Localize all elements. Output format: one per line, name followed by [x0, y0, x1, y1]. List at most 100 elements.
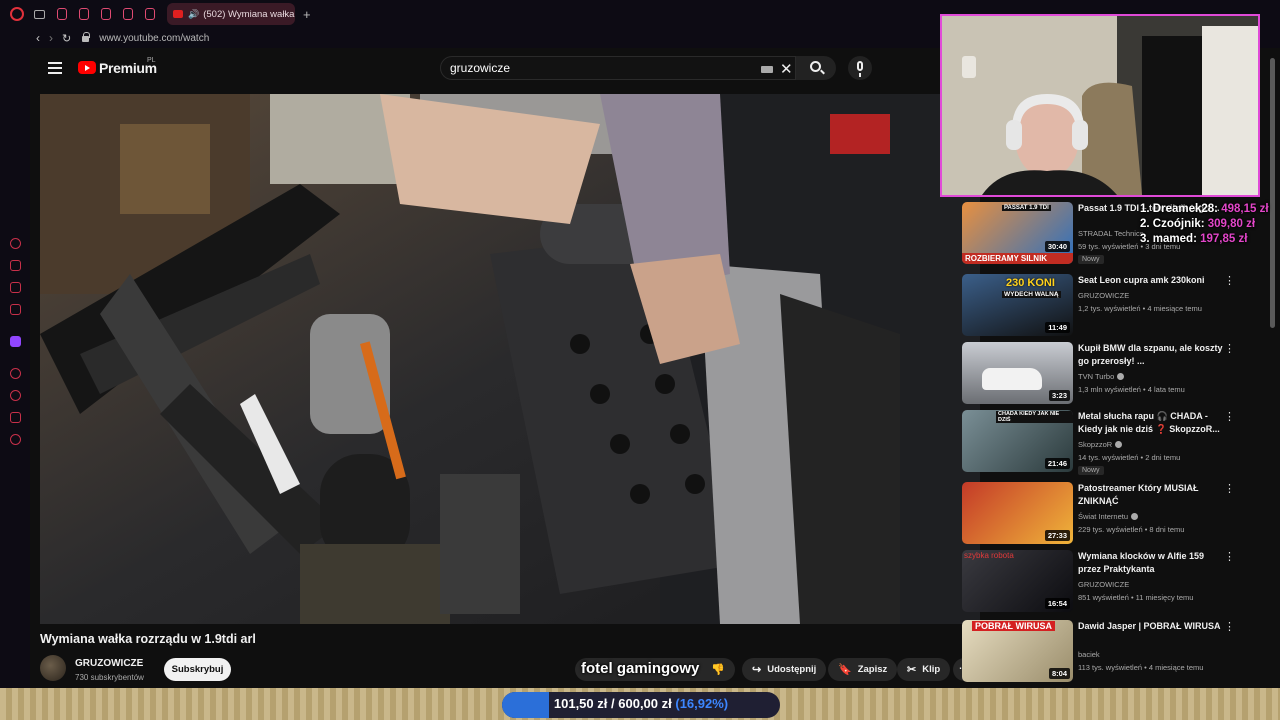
browser-sidebar: GX: [0, 48, 30, 709]
rec-title[interactable]: Patostreamer Który MUSIAŁ ZNIKNĄĆ: [1078, 482, 1228, 508]
donor-row: 1. Dreamek28: 498,15 zł: [1140, 202, 1269, 217]
video-thumbnail[interactable]: POBRAŁ WIRUSA 8:04: [962, 620, 1073, 682]
opera-logo-icon[interactable]: [10, 7, 24, 21]
clip-label: Klip: [922, 664, 941, 675]
video-thumbnail[interactable]: 230 KONI WYDECH WALNĄ 11:49: [962, 274, 1073, 336]
video-thumbnail[interactable]: PASSAT 1.9 TDI ROZBIERAMY SILNIK 30:40: [962, 202, 1073, 264]
more-options-icon[interactable]: ⋮: [1224, 482, 1235, 495]
video-thumbnail[interactable]: 3:23: [962, 342, 1073, 404]
back-icon[interactable]: ‹: [36, 31, 40, 45]
video-frame: [40, 94, 980, 624]
new-badge: Nowy: [1078, 255, 1104, 264]
video-title: Wymiana wałka rozrządu w 1.9tdi arl: [40, 632, 256, 646]
rec-channel[interactable]: SkopzzoR: [1078, 440, 1123, 449]
pinned-tab-5[interactable]: [145, 8, 155, 20]
thumb-subcaption: WYDECH WALNĄ: [1002, 291, 1061, 298]
top-donors-list: 1. Dreamek28: 498,15 zł 2. Czoójnik: 309…: [1140, 202, 1269, 247]
speaker-icon[interactable]: 🔊: [188, 9, 199, 20]
list-item[interactable]: szybka robota 16:54 Wymiana klocków w Al…: [962, 550, 1247, 612]
video-thumbnail[interactable]: 27:33: [962, 482, 1073, 544]
rec-channel[interactable]: baciek: [1078, 650, 1100, 659]
rec-title[interactable]: Seat Leon cupra amk 230koni: [1078, 274, 1228, 287]
reload-icon[interactable]: ↻: [62, 32, 71, 45]
more-options-icon[interactable]: ⋮: [1224, 274, 1235, 287]
more-options-icon[interactable]: ⋮: [1224, 550, 1235, 563]
share-label: Udostępnij: [767, 664, 817, 675]
sidebar-chat-icon[interactable]: [10, 412, 21, 423]
sidebar-store-icon[interactable]: [10, 260, 21, 271]
verified-icon: [1131, 513, 1139, 520]
donor-name: Czoójnik:: [1152, 218, 1205, 230]
duration-badge: 16:54: [1044, 598, 1070, 609]
rec-channel-name: SkopzzoR: [1078, 440, 1113, 449]
scissors-icon: ✂: [907, 664, 917, 676]
thumb-caption: szybka robota: [964, 551, 1014, 560]
pinned-tab-1[interactable]: [57, 8, 67, 20]
rec-title[interactable]: Wymiana klocków w Alfie 159 przez Prakty…: [1078, 550, 1228, 576]
video-thumbnail[interactable]: szybka robota 16:54: [962, 550, 1073, 612]
rec-meta: 1,2 tys. wyświetleń • 4 miesiące temu: [1078, 304, 1202, 313]
sidebar-aria-icon[interactable]: [10, 238, 21, 249]
active-tab-title: (502) Wymiana wałka r: [203, 8, 295, 20]
goal-separator: /: [611, 696, 615, 711]
rec-meta: 229 tys. wyświetleń • 8 dni temu: [1078, 525, 1185, 534]
video-thumbnail[interactable]: CHADA KIEDY JAK NIE DZIŚ 21:46: [962, 410, 1073, 472]
keyboard-icon[interactable]: [761, 66, 773, 73]
rec-meta: 14 tys. wyświetleń • 2 dni temu: [1078, 453, 1181, 462]
menu-icon[interactable]: [48, 62, 62, 74]
more-options-icon[interactable]: ⋮: [1224, 410, 1235, 423]
sidebar-player-icon[interactable]: [10, 368, 21, 379]
verified-icon: [1117, 373, 1125, 380]
donor-rank: 1.: [1140, 203, 1150, 215]
search-input[interactable]: [450, 61, 750, 75]
pinned-tab-2[interactable]: [79, 8, 89, 20]
rec-channel[interactable]: Świat Internetu: [1078, 512, 1139, 521]
donor-row: 2. Czoójnik: 309,80 zł: [1140, 217, 1269, 232]
voice-search-button[interactable]: [848, 56, 872, 80]
donor-amount: 498,15 zł: [1221, 203, 1269, 215]
tab-overview-icon[interactable]: [34, 9, 45, 19]
list-item[interactable]: 3:23 Kupił BMW dla szpanu, ale koszty go…: [962, 342, 1247, 404]
rec-meta: 113 tys. wyświetleń • 4 miesiące temu: [1078, 663, 1204, 672]
more-options-icon[interactable]: ⋮: [1224, 620, 1235, 633]
more-options-icon[interactable]: ⋮: [1224, 342, 1235, 355]
rec-channel[interactable]: STRADAL Technics: [1078, 229, 1143, 238]
clear-search-icon[interactable]: ✕: [780, 60, 793, 78]
rec-title[interactable]: Kupił BMW dla szpanu, ale koszty go prze…: [1078, 342, 1228, 368]
rec-channel[interactable]: GRUZOWICZE: [1078, 291, 1129, 300]
sidebar-settings-icon[interactable]: [10, 434, 21, 445]
list-item[interactable]: CHADA KIEDY JAK NIE DZIŚ 21:46 Metal słu…: [962, 410, 1247, 475]
search-button[interactable]: [796, 56, 836, 80]
pinned-tab-3[interactable]: [101, 8, 111, 20]
list-item[interactable]: 230 KONI WYDECH WALNĄ 11:49 Seat Leon cu…: [962, 274, 1247, 336]
dislike-icon[interactable]: 👎: [711, 663, 725, 676]
rec-title[interactable]: Dawid Jasper | POBRAŁ WIRUSA: [1078, 620, 1228, 633]
subscribe-button[interactable]: Subskrybuj: [164, 658, 231, 681]
clip-button[interactable]: ✂ Klip: [897, 658, 951, 681]
active-tab[interactable]: 🔊 (502) Wymiana wałka r: [167, 3, 295, 25]
recommendations-scrollbar[interactable]: [1270, 58, 1275, 328]
pinned-tab-4[interactable]: [123, 8, 133, 20]
rec-title[interactable]: Metal słucha rapu 🎧 CHADA - Kiedy jak ni…: [1078, 410, 1228, 436]
rec-channel[interactable]: GRUZOWICZE: [1078, 580, 1129, 589]
new-tab-button[interactable]: +: [303, 7, 311, 22]
goal-percent: (16,92%): [675, 696, 729, 711]
sidebar-music-icon[interactable]: [10, 304, 21, 315]
url-field[interactable]: www.youtube.com/watch: [99, 33, 209, 44]
stream-overlay-text: fotel gamingowy: [581, 660, 700, 677]
video-player[interactable]: [40, 94, 980, 624]
channel-name[interactable]: GRUZOWICZE: [75, 658, 143, 669]
save-button[interactable]: 🔖 Zapisz: [828, 658, 898, 681]
verified-icon: [1115, 441, 1123, 448]
channel-avatar[interactable]: [40, 655, 66, 681]
list-item[interactable]: POBRAŁ WIRUSA 8:04 Dawid Jasper | POBRAŁ…: [962, 620, 1247, 682]
sidebar-twitch-icon[interactable]: [10, 336, 21, 347]
sidebar-gamepad-icon[interactable]: [10, 282, 21, 293]
rec-channel[interactable]: TVN Turbo: [1078, 372, 1125, 381]
youtube-logo-icon[interactable]: [78, 61, 96, 74]
forward-icon[interactable]: ›: [49, 31, 53, 45]
list-item[interactable]: 27:33 Patostreamer Który MUSIAŁ ZNIKNĄĆ …: [962, 482, 1247, 544]
share-button[interactable]: ↪ Udostępnij: [742, 658, 827, 681]
youtube-favicon-icon: [173, 10, 183, 18]
sidebar-history-icon[interactable]: [10, 390, 21, 401]
